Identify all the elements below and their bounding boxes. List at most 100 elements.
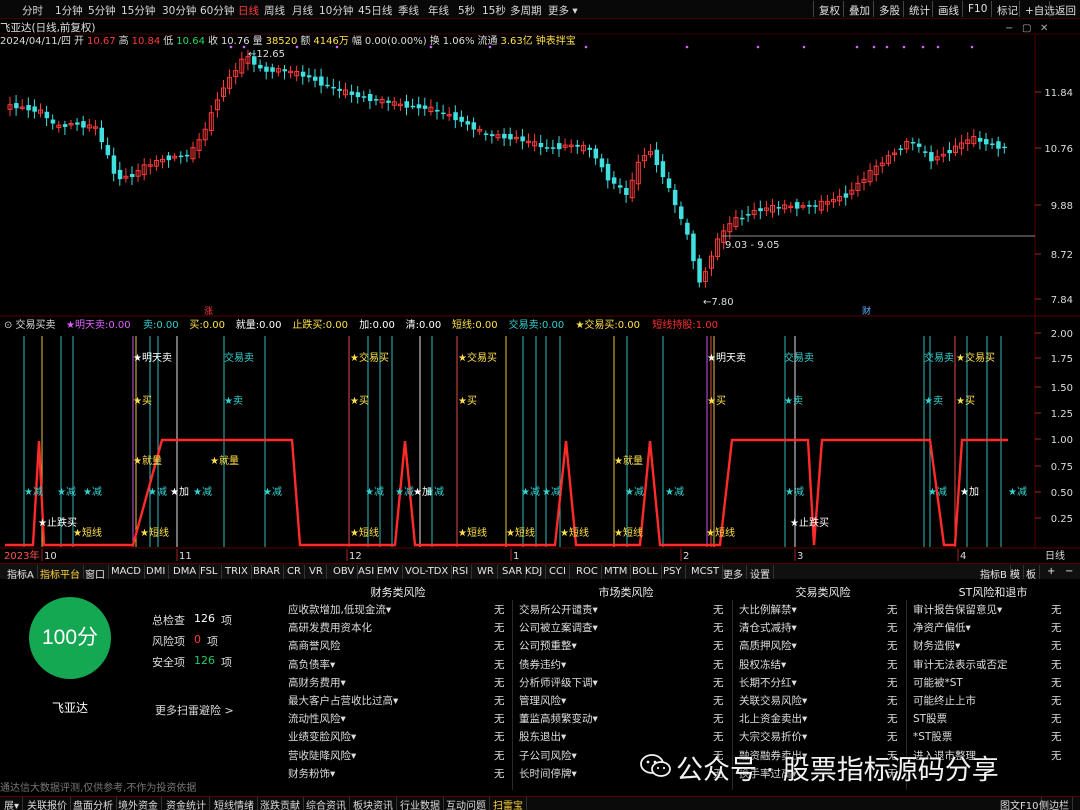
risk-item[interactable]: 流动性风险▾ [288,711,346,726]
risk-item[interactable]: 大宗交易折价▾ [739,729,807,744]
indicator-tab-8[interactable]: BRAR [250,565,285,579]
indicator-tab-9[interactable]: CR [284,565,305,579]
indicator-tab-1[interactable]: 指标平台 [37,565,84,581]
indicator-tab-18[interactable]: KDJ [522,565,547,579]
indicator-tab-3[interactable]: MACD [108,565,145,579]
risk-item[interactable]: 交易所公开谴责▾ [519,602,598,617]
risk-item[interactable]: 最大客户占营收比过高▾ [288,693,398,708]
bottom-tab-2[interactable]: 盘面分析 [70,797,117,810]
risk-item[interactable]: 应收款增加,低现金流▾ [288,602,391,617]
risk-item[interactable]: 高财务费用▾ [288,675,346,690]
indicator-tab-22[interactable]: BOLL [629,565,662,579]
risk-item[interactable]: 债券违约▾ [519,657,566,672]
timeframe-1[interactable]: 1分钟 [55,3,83,18]
bottom-tab-11[interactable]: 扫雷宝 [490,797,527,810]
risk-item[interactable]: 高负债率▾ [288,657,335,672]
toolbar-btn-0[interactable]: 复权 [813,1,844,17]
toolbar-btn-4[interactable]: 画线 [932,1,963,17]
timeframe-5[interactable]: 60分钟 [200,3,234,18]
timeframe-3[interactable]: 15分钟 [121,3,155,18]
indicator-tab-20[interactable]: ROC [573,565,602,579]
toolbar-btn-1[interactable]: 叠加 [843,1,874,17]
risk-item[interactable]: 公司被立案调查▾ [519,620,598,635]
risk-item[interactable]: 营收陡降风险▾ [288,748,356,763]
risk-item[interactable]: ST股票 [913,711,947,726]
close-icon[interactable]: ✕ [1040,23,1048,34]
risk-item[interactable]: 财务造假▾ [913,638,960,653]
risk-item[interactable]: 财务粉饰▾ [288,766,335,781]
indicator-tab-right-0[interactable]: 指标B [977,565,1011,581]
indicator-tab-19[interactable]: CCI [546,565,570,579]
risk-item[interactable]: 股东退出▾ [519,729,566,744]
bottom-tab-5[interactable]: 短线情绪 [211,797,258,810]
indicator-tab-7[interactable]: TRIX [222,565,252,579]
restore-icon[interactable]: ▢ [1022,23,1031,34]
indicator-tab-0[interactable]: 指标A [4,565,38,581]
indicator-tab-21[interactable]: MTM [601,565,632,579]
risk-item[interactable]: 净资产偏低▾ [913,620,971,635]
toolbar-btn-6[interactable]: 标记 [991,1,1022,17]
timeframe-4[interactable]: 30分钟 [162,3,196,18]
toolbar-btn-3[interactable]: 统计 [903,1,934,17]
indicator-tab-right-1[interactable]: 模 [1007,565,1024,581]
risk-item[interactable]: 高研发费用资本化 [288,620,372,635]
risk-item[interactable]: 长期不分红▾ [739,675,797,690]
risk-item[interactable]: 审计报告保留意见▾ [913,602,1002,617]
risk-item[interactable]: 董监高频繁变动▾ [519,711,598,726]
timeframe-6[interactable]: 日线 [238,3,259,18]
tab-add-icon[interactable]: + [1044,565,1058,579]
risk-item[interactable]: 可能被*ST [913,675,963,690]
indicator-tab-4[interactable]: DMI [143,565,170,579]
indicator-tab-26[interactable]: 设置 [747,565,774,581]
risk-item[interactable]: 分析师评级下调▾ [519,675,598,690]
timeframe-15[interactable]: 多周期 [510,3,542,18]
timeframe-14[interactable]: 15秒 [482,3,506,18]
bottom-tab-10[interactable]: 互动问题 [443,797,490,810]
risk-item[interactable]: 高商誉风险 [288,638,341,653]
risk-item[interactable]: 子公司风险▾ [519,748,577,763]
indicator-tab-25[interactable]: 更多 [720,565,747,581]
indicator-tab-15[interactable]: RSI [449,565,473,579]
more-scan-link[interactable]: 更多扫雷避险 > [155,702,234,718]
indicator-tab-24[interactable]: MCST [688,565,724,579]
timeframe-10[interactable]: 45日线 [358,3,392,18]
risk-item[interactable]: 可能终止上市 [913,693,976,708]
bottom-tab-3[interactable]: 境外资金 [115,797,162,810]
risk-item[interactable]: 北上资金卖出▾ [739,711,807,726]
risk-item[interactable]: 股权冻结▾ [739,657,786,672]
indicator-tab-10[interactable]: VR [306,565,327,579]
risk-item[interactable]: *ST股票 [913,729,952,744]
risk-item[interactable]: 审计无法表示或否定 [913,657,1008,672]
indicator-tab-13[interactable]: EMV [374,565,403,579]
indicator-tab-5[interactable]: DMA [170,565,201,579]
bottom-tab-0[interactable]: 展▾ [1,797,24,810]
indicator-tab-23[interactable]: PSY [660,565,686,579]
toolbar-btn-8[interactable]: 返回 [1049,1,1080,17]
bottom-tab-9[interactable]: 行业数据 [397,797,444,810]
risk-item[interactable]: 清仓式减持▾ [739,620,797,635]
risk-item[interactable]: 大比例解禁▾ [739,602,797,617]
indicator-tab-2[interactable]: 窗口 [82,565,109,581]
timeframe-11[interactable]: 季线 [398,3,419,18]
timeframe-0[interactable]: 分时 [22,3,43,18]
indicator-tab-14[interactable]: VOL-TDX [402,565,453,579]
bottom-tab-1[interactable]: 关联报价 [24,797,71,810]
risk-item[interactable]: 高质押风险▾ [739,638,797,653]
indicator-tab-16[interactable]: WR [474,565,498,579]
risk-item[interactable]: 关联交易风险▾ [739,693,807,708]
timeframe-7[interactable]: 周线 [264,3,285,18]
toolbar-btn-5[interactable]: F10 [962,1,991,17]
timeframe-16[interactable]: 更多 ▾ [548,3,578,18]
bottom-tab-7[interactable]: 综合资讯 [303,797,350,810]
chart-area[interactable]: 11.84 10.76 9.88 8.72 7.84 2.00 1.75 1.50 1.25 1.… [0,19,1080,564]
risk-item[interactable]: 长时间停牌▾ [519,766,577,781]
timeframe-8[interactable]: 月线 [292,3,313,18]
indicator-tab-right-2[interactable]: 板 [1023,565,1040,581]
toolbar-btn-2[interactable]: 多股 [873,1,904,17]
bottom-tab-6[interactable]: 涨跌贡献 [257,797,304,810]
indicator-tab-6[interactable]: FSL [197,565,222,579]
risk-item[interactable]: 公司预重整▾ [519,638,577,653]
timeframe-13[interactable]: 5秒 [458,3,475,18]
bottom-tab-4[interactable]: 资金统计 [163,797,210,810]
tab-minus-icon[interactable]: − [1062,565,1076,579]
